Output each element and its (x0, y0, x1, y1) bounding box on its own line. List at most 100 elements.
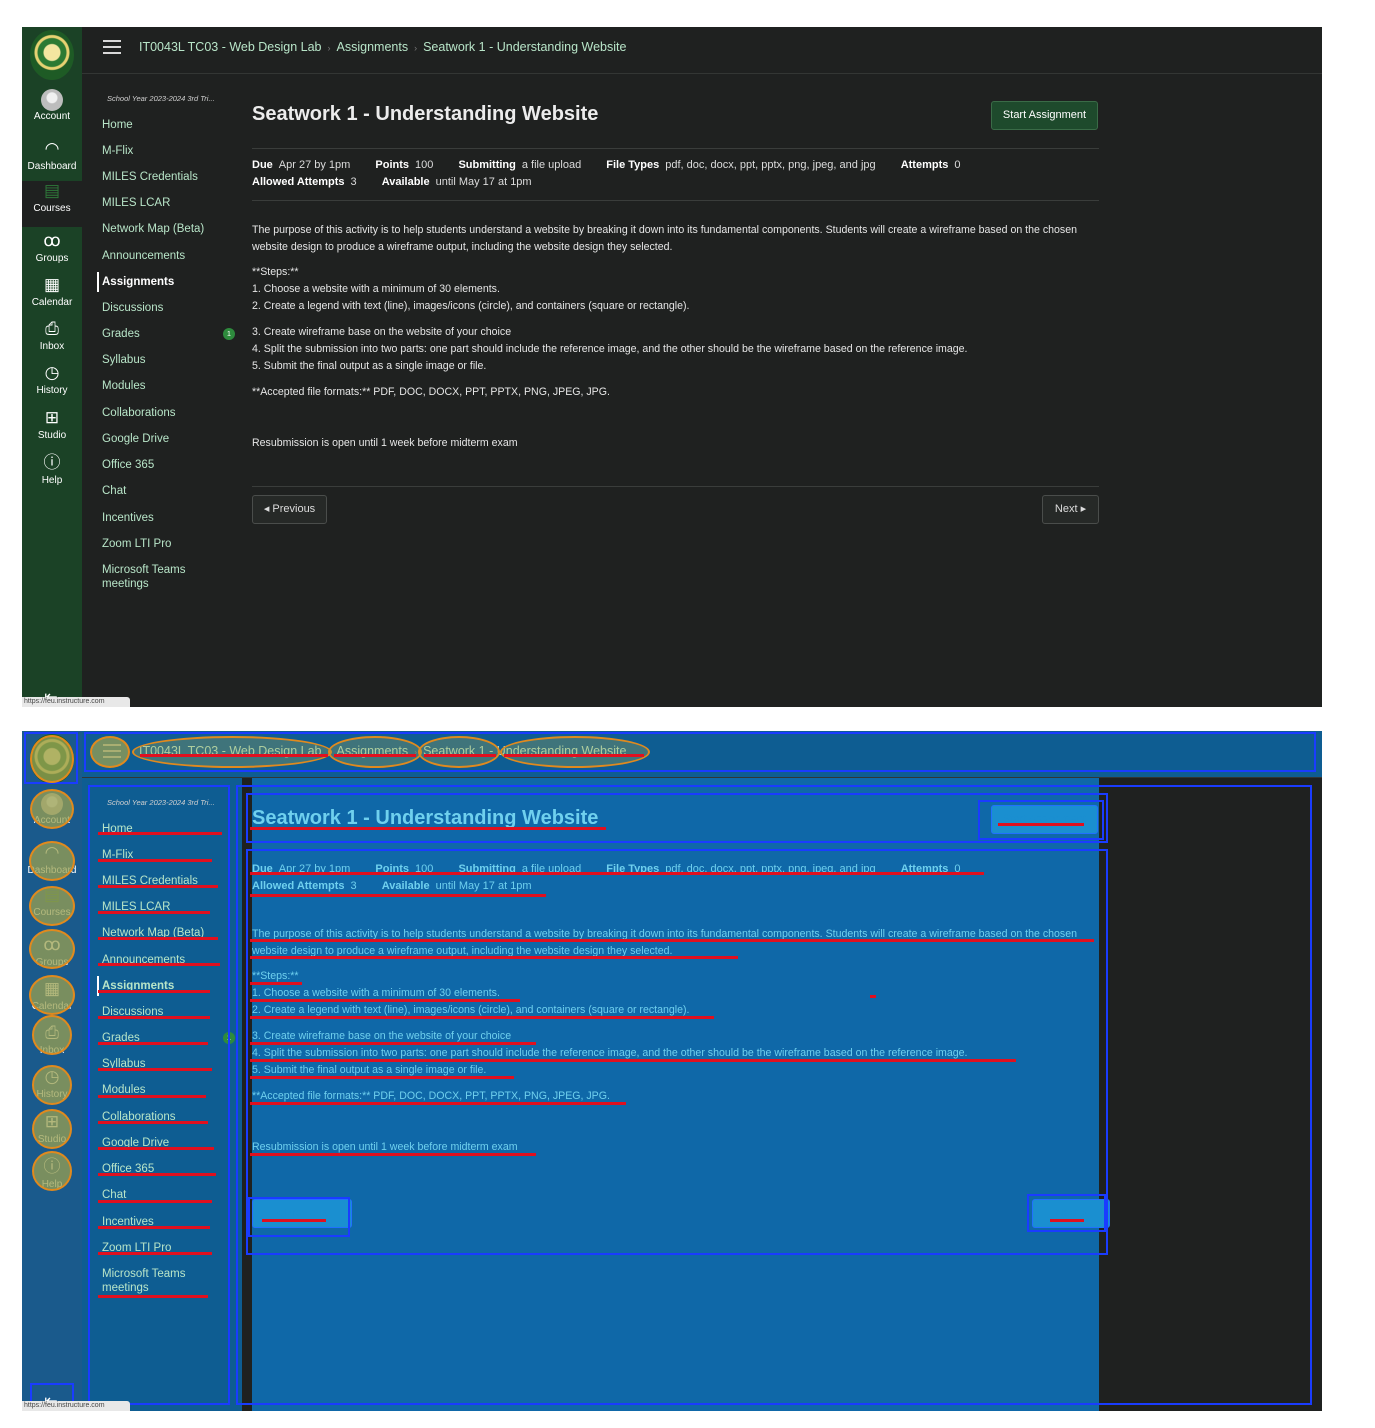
course-nav-office-365[interactable]: Office 365 (102, 458, 227, 472)
global-nav-inbox[interactable]: ⎙ Inbox (22, 319, 82, 363)
due-label: Due (252, 159, 273, 171)
step-4: 4. Split the submission into two parts: … (252, 343, 968, 355)
available-value: until May 17 at 1pm (435, 176, 532, 188)
global-nav-calendar[interactable]: ▦ Calendar (22, 979, 82, 1023)
global-nav-studio[interactable]: ⊞ Studio (22, 408, 82, 452)
course-nav-home[interactable]: Home (102, 118, 227, 132)
next-button[interactable]: Next ▸ (1032, 1199, 1110, 1228)
page-title: Seatwork 1 - Understanding Website (252, 103, 599, 125)
breadcrumb-course[interactable]: IT0043L TC03 - Web Design Lab (139, 744, 322, 758)
course-nav-google-drive[interactable]: Google Drive (102, 1136, 227, 1150)
global-nav-history[interactable]: ◷ History (22, 1067, 82, 1111)
course-nav-syllabus[interactable]: Syllabus (102, 353, 227, 367)
breadcrumb-course[interactable]: IT0043L TC03 - Web Design Lab (139, 40, 322, 54)
course-nav-miles-lcar[interactable]: MILES LCAR (102, 900, 227, 914)
course-nav-discussions[interactable]: Discussions (102, 301, 227, 315)
dashboard-icon: ◠ (44, 139, 60, 158)
global-nav-courses[interactable]: ▤ Courses (22, 885, 82, 931)
description-intro: The purpose of this activity is to help … (252, 928, 1078, 957)
global-nav-account[interactable]: Account (22, 89, 82, 133)
course-nav-announcements[interactable]: Announcements (102, 249, 227, 263)
hamburger-menu-icon[interactable] (103, 744, 121, 758)
course-nav-network-map[interactable]: Network Map (Beta) (102, 926, 227, 940)
assignment-content: Seatwork 1 - Understanding Website Start… (252, 74, 1099, 707)
points-value: 100 (415, 863, 434, 875)
course-nav-assignments[interactable]: Assignments (97, 272, 227, 292)
breadcrumb-separator-icon: › (414, 43, 418, 53)
university-logo[interactable] (30, 734, 74, 784)
studio-icon: ⊞ (44, 1112, 60, 1131)
course-nav-teams[interactable]: Microsoft Teams meetings (102, 563, 202, 591)
course-nav: School Year 2023-2024 3rd Tri... Home M-… (82, 74, 242, 707)
global-nav-dashboard[interactable]: ◠ Dashboard (22, 843, 82, 887)
start-assignment-button[interactable]: Start Assignment (991, 805, 1098, 834)
attempts-value: 0 (954, 863, 961, 875)
course-nav-office-365[interactable]: Office 365 (102, 1162, 227, 1176)
breadcrumb-current[interactable]: Seatwork 1 - Understanding Website (423, 40, 626, 54)
due-value: Apr 27 by 1pm (278, 159, 351, 171)
points-value: 100 (415, 159, 434, 171)
next-button[interactable]: Next ▸ (1042, 495, 1099, 524)
global-nav-calendar[interactable]: ▦ Calendar (22, 275, 82, 319)
course-nav-assignments[interactable]: Assignments (97, 976, 227, 996)
breadcrumb-assignments[interactable]: Assignments (337, 744, 409, 758)
global-nav-dashboard[interactable]: ◠ Dashboard (22, 139, 82, 183)
course-nav-miles-lcar[interactable]: MILES LCAR (102, 196, 227, 210)
points-label: Points (375, 159, 410, 171)
course-nav-syllabus[interactable]: Syllabus (102, 1057, 227, 1071)
global-nav-courses-label: Courses (33, 907, 71, 918)
global-nav-courses[interactable]: ▤ Courses (22, 181, 82, 227)
course-nav-mflix[interactable]: M-Flix (102, 848, 227, 862)
course-nav-grades[interactable]: Grades 1 (102, 1031, 235, 1045)
course-nav-home[interactable]: Home (102, 822, 227, 836)
course-nav-modules[interactable]: Modules (102, 1083, 227, 1097)
course-nav-mflix[interactable]: M-Flix (102, 144, 227, 158)
allowed-attempts-value: 3 (350, 176, 357, 188)
course-nav-miles-credentials[interactable]: MILES Credentials (102, 170, 227, 184)
course-nav-zoom[interactable]: Zoom LTI Pro (102, 537, 227, 551)
breadcrumb-current[interactable]: Seatwork 1 - Understanding Website (423, 744, 626, 758)
course-nav-grades-label: Grades (102, 1032, 140, 1044)
previous-button[interactable]: ◂ Previous (252, 1199, 352, 1228)
university-logo[interactable] (30, 30, 74, 80)
course-nav-modules[interactable]: Modules (102, 379, 227, 393)
description-intro: The purpose of this activity is to help … (252, 224, 1078, 253)
step-5: 5. Submit the final output as a single i… (252, 360, 487, 372)
global-nav-help[interactable]: ⓘ Help (22, 453, 82, 497)
course-nav-google-drive[interactable]: Google Drive (102, 432, 227, 446)
global-nav-help-label: Help (41, 475, 63, 486)
global-nav-inbox[interactable]: ⎙ Inbox (22, 1023, 82, 1067)
course-nav-network-map[interactable]: Network Map (Beta) (102, 222, 227, 236)
previous-button[interactable]: ◂ Previous (252, 495, 327, 524)
assignment-content: Seatwork 1 - Understanding Website Start… (252, 778, 1110, 1411)
course-nav-collaborations[interactable]: Collaborations (102, 1110, 227, 1124)
course-nav-discussions[interactable]: Discussions (102, 1005, 227, 1019)
breadcrumb-assignments[interactable]: Assignments (337, 40, 409, 54)
global-nav-history[interactable]: ◷ History (22, 363, 82, 407)
course-nav-teams[interactable]: Microsoft Teams meetings (102, 1267, 202, 1295)
course-nav-collaborations[interactable]: Collaborations (102, 406, 227, 420)
accepted-formats: **Accepted file formats:** PDF, DOC, DOC… (252, 1090, 610, 1102)
hamburger-menu-icon[interactable] (103, 40, 121, 54)
history-icon: ◷ (44, 363, 60, 382)
course-nav-incentives[interactable]: Incentives (102, 511, 227, 525)
global-nav-account[interactable]: Account (22, 793, 82, 837)
course-term: School Year 2023-2024 3rd Tri... (107, 798, 215, 807)
course-nav-chat[interactable]: Chat (102, 484, 227, 498)
global-nav-groups[interactable]: ꝏ Groups (22, 935, 82, 979)
global-nav-groups[interactable]: ꝏ Groups (22, 231, 82, 275)
course-nav-chat[interactable]: Chat (102, 1188, 227, 1202)
grades-badge: 1 (223, 328, 235, 340)
start-assignment-button[interactable]: Start Assignment (991, 101, 1098, 130)
global-nav-dashboard-label: Dashboard (27, 865, 77, 876)
course-nav-grades[interactable]: Grades 1 (102, 327, 235, 341)
course-nav-zoom[interactable]: Zoom LTI Pro (102, 1241, 227, 1255)
top-bar: IT0043L TC03 - Web Design Lab › Assignment… (82, 27, 1322, 74)
global-nav-help[interactable]: ⓘ Help (22, 1157, 82, 1201)
global-nav-calendar-label: Calendar (31, 297, 73, 308)
course-nav-incentives[interactable]: Incentives (102, 1215, 227, 1229)
global-nav-studio[interactable]: ⊞ Studio (22, 1112, 82, 1156)
dashboard-icon: ◠ (44, 843, 60, 862)
course-nav-announcements[interactable]: Announcements (102, 953, 227, 967)
course-nav-miles-credentials[interactable]: MILES Credentials (102, 874, 227, 888)
